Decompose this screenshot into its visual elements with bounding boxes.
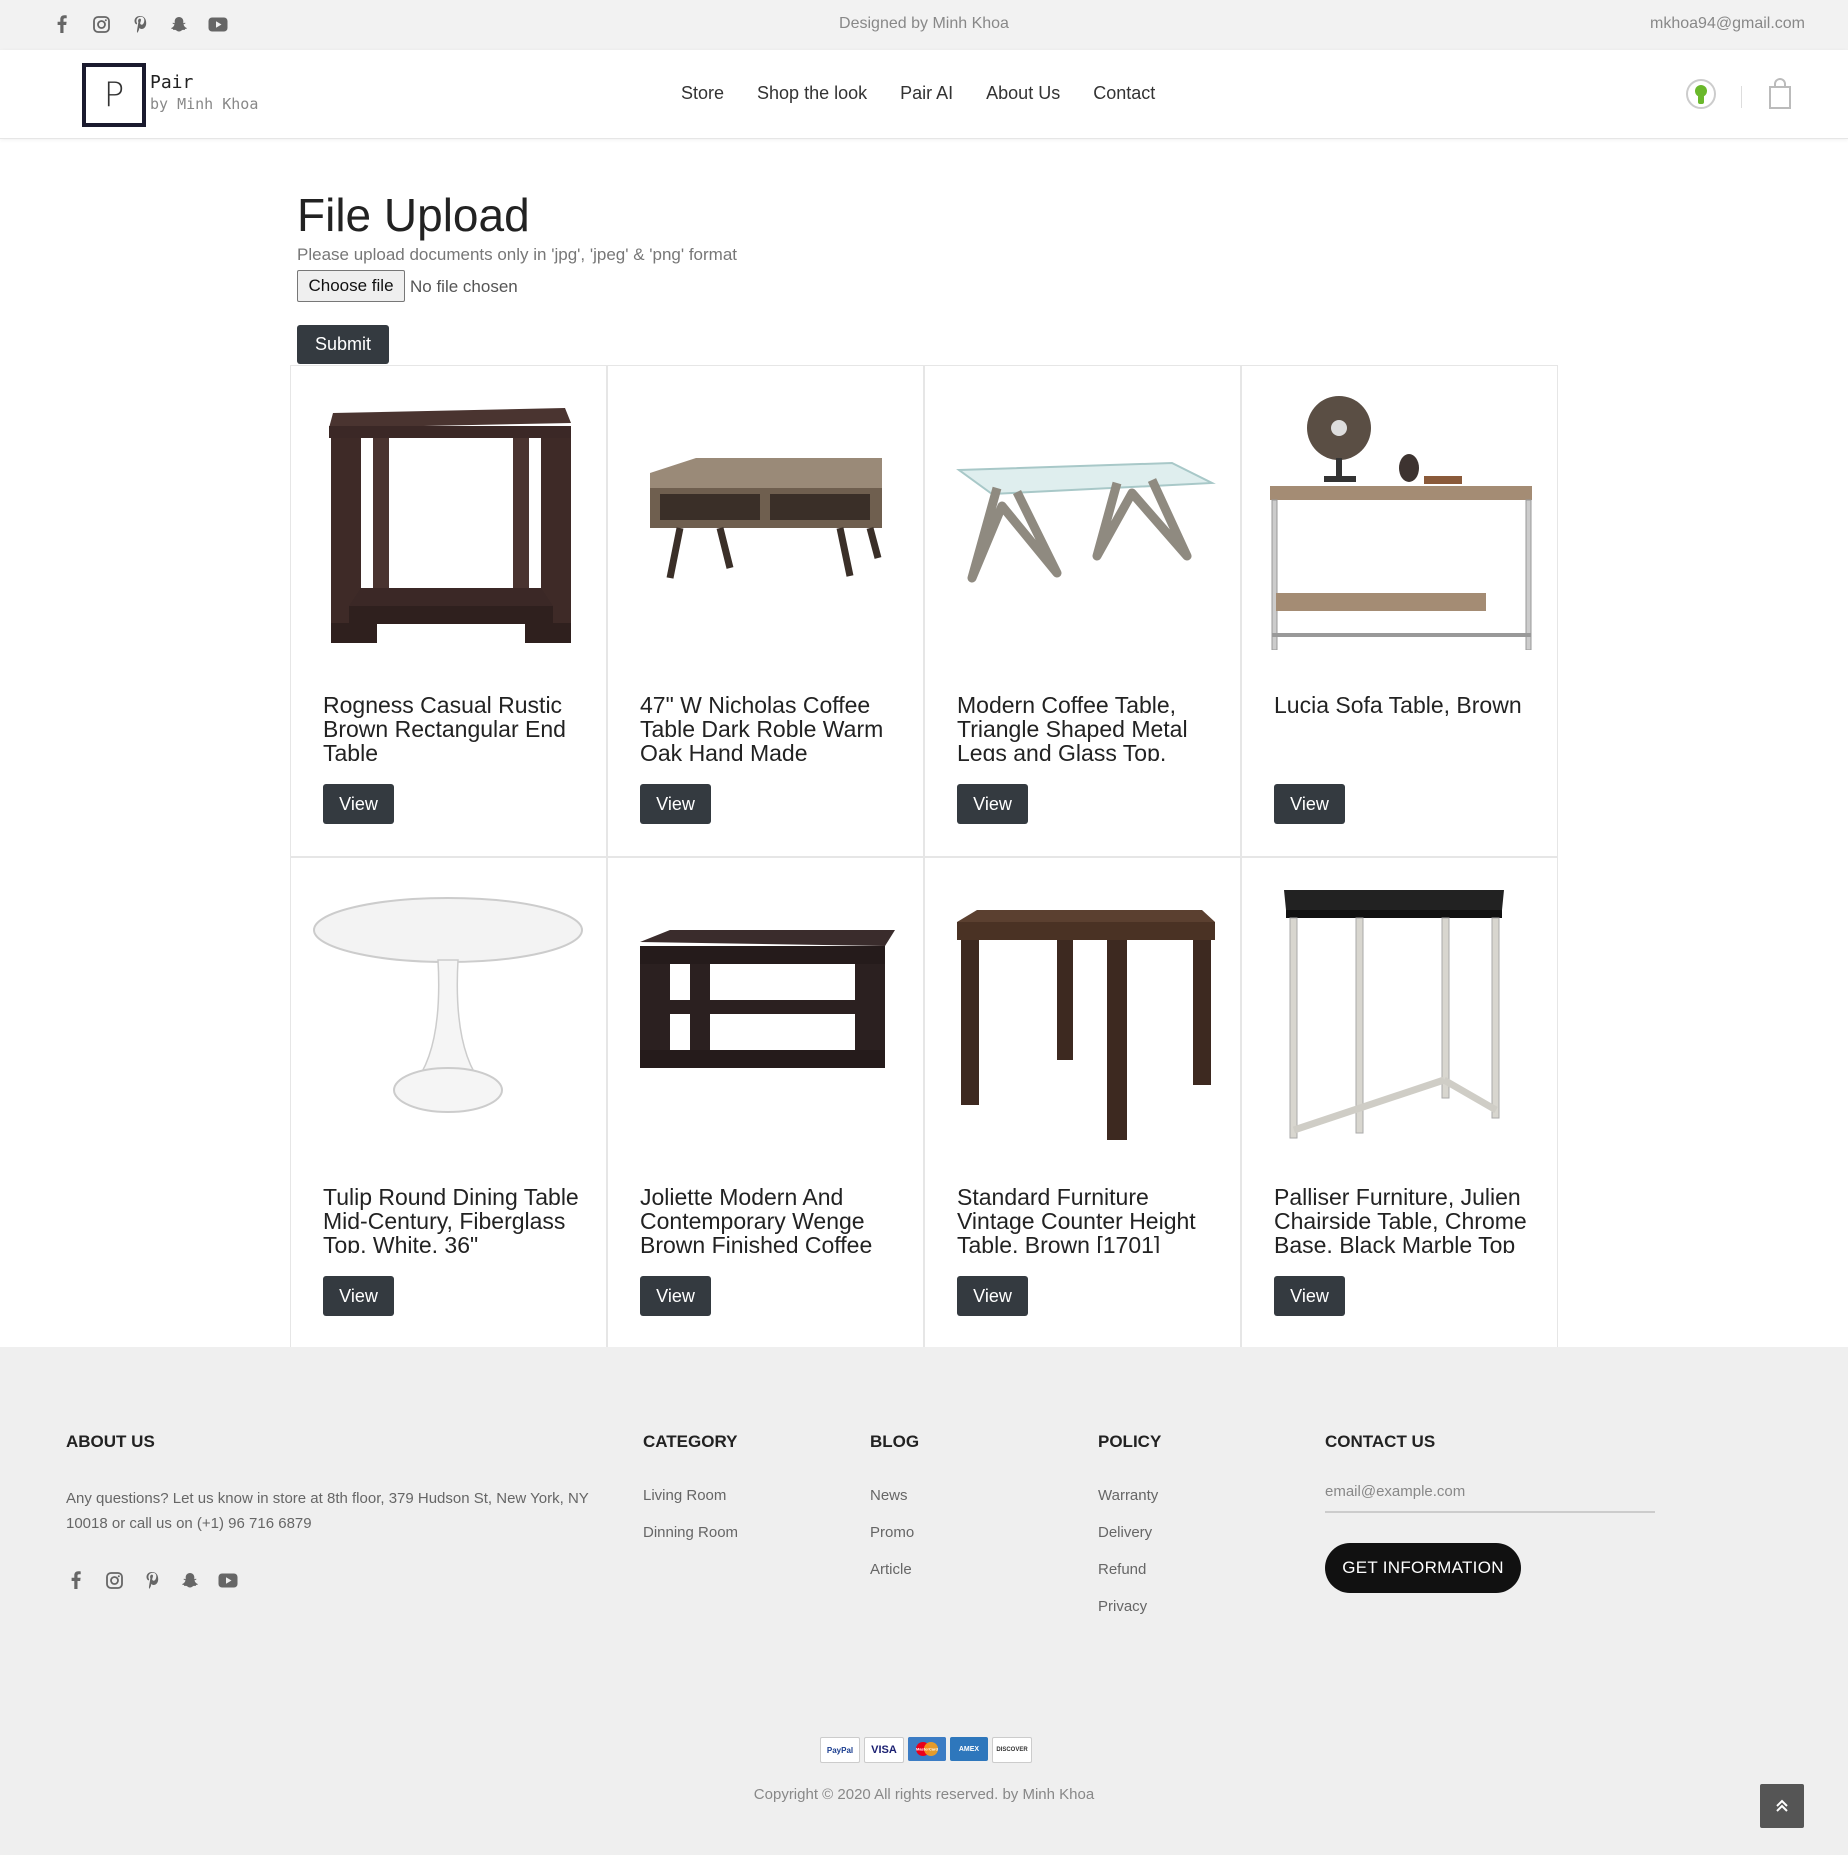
product-image-coffee-table[interactable]: [630, 388, 901, 650]
product-image-end-table[interactable]: [313, 388, 584, 650]
footer-contact-heading: CONTACT US: [1325, 1432, 1436, 1451]
view-button[interactable]: View: [640, 784, 711, 824]
view-button[interactable]: View: [1274, 1276, 1345, 1316]
product-image-sofa-table[interactable]: [1264, 388, 1535, 650]
get-information-button[interactable]: GET INFORMATION: [1325, 1543, 1521, 1593]
product-title[interactable]: Standard Furniture Vintage Counter Heigh…: [957, 1185, 1217, 1253]
payment-methods: PayPal VISA MasterCard AMEX DISCOVER: [820, 1737, 1032, 1763]
contact-email[interactable]: mkhoa94@gmail.com: [1650, 15, 1805, 33]
cart-icon[interactable]: [1768, 78, 1792, 110]
footer-about-text: Any questions? Let us know in store at 8…: [66, 1490, 589, 1532]
product-card: Tulip Round Dining Table Mid-Century, Fi…: [290, 857, 607, 1349]
footer-blog-list: News Promo Article: [870, 1487, 914, 1598]
footer-policy-heading: POLICY: [1098, 1432, 1162, 1451]
view-button[interactable]: View: [957, 784, 1028, 824]
logo[interactable]: P: [82, 63, 146, 127]
product-card: Rogness Casual Rustic Brown Rectangular …: [290, 365, 607, 857]
nav-pair-ai[interactable]: Pair AI: [900, 83, 953, 104]
brand-line2: by Minh Khoa: [150, 95, 259, 113]
main-header: P Pair by Minh Khoa Store Shop the look …: [0, 50, 1848, 139]
choose-file-button[interactable]: Choose file: [297, 270, 405, 302]
footer-category-list: Living Room Dinning Room: [643, 1487, 738, 1561]
mastercard-icon: MasterCard: [908, 1737, 946, 1761]
snapchat-icon[interactable]: [180, 1569, 200, 1591]
product-title[interactable]: Palliser Furniture, Julien Chairside Tab…: [1274, 1185, 1534, 1253]
footer-policy-list: Warranty Delivery Refund Privacy: [1098, 1487, 1158, 1635]
brand-name[interactable]: Pair by Minh Khoa: [150, 72, 258, 113]
nav-shop-the-look[interactable]: Shop the look: [757, 83, 867, 104]
main-nav: Store Shop the look Pair AI About Us Con…: [681, 83, 1155, 104]
logo-letter: P: [103, 75, 125, 115]
product-image-glass-table[interactable]: [947, 388, 1218, 650]
footer-blog-heading: BLOG: [870, 1432, 920, 1451]
footer-link-news[interactable]: News: [870, 1487, 914, 1524]
view-button[interactable]: View: [323, 784, 394, 824]
footer-link-dinning-room[interactable]: Dinning Room: [643, 1524, 738, 1561]
nav-store[interactable]: Store: [681, 83, 724, 104]
footer-link-article[interactable]: Article: [870, 1561, 914, 1598]
product-image-chairside-table[interactable]: [1264, 880, 1535, 1142]
view-button[interactable]: View: [1274, 784, 1345, 824]
paypal-icon: PayPal: [820, 1737, 860, 1763]
product-image-counter-table[interactable]: [947, 880, 1218, 1142]
product-card: Palliser Furniture, Julien Chairside Tab…: [1241, 857, 1558, 1349]
submit-button[interactable]: Submit: [297, 325, 389, 364]
product-title[interactable]: Joliette Modern And Contemporary Wenge B…: [640, 1185, 900, 1253]
amex-icon: AMEX: [950, 1737, 988, 1761]
product-card: Joliette Modern And Contemporary Wenge B…: [607, 857, 924, 1349]
product-grid: Rogness Casual Rustic Brown Rectangular …: [290, 365, 1558, 1349]
nav-contact[interactable]: Contact: [1093, 83, 1155, 104]
product-card: Lucia Sofa Table, Brown View: [1241, 365, 1558, 857]
user-icon[interactable]: [1686, 79, 1716, 109]
pinterest-icon[interactable]: [142, 1569, 162, 1591]
footer-link-living-room[interactable]: Living Room: [643, 1487, 738, 1524]
footer-social-links: [66, 1569, 238, 1591]
facebook-icon[interactable]: [66, 1569, 86, 1591]
double-chevron-up-icon[interactable]: [1760, 1784, 1804, 1828]
product-title[interactable]: Rogness Casual Rustic Brown Rectangular …: [323, 693, 583, 761]
email-field[interactable]: email@example.com: [1325, 1483, 1655, 1513]
footer-link-promo[interactable]: Promo: [870, 1524, 914, 1561]
top-bar: Designed by Minh Khoa mkhoa94@gmail.com: [0, 0, 1848, 50]
view-button[interactable]: View: [640, 1276, 711, 1316]
file-status: No file chosen: [410, 277, 518, 296]
footer-link-refund[interactable]: Refund: [1098, 1561, 1158, 1598]
nav-about-us[interactable]: About Us: [986, 83, 1060, 104]
view-button[interactable]: View: [957, 1276, 1028, 1316]
mastercard-label: MasterCard: [916, 1747, 939, 1752]
brand-line1: Pair: [150, 72, 194, 93]
footer-link-warranty[interactable]: Warranty: [1098, 1487, 1158, 1524]
instagram-icon[interactable]: [104, 1569, 124, 1591]
discover-icon: DISCOVER: [992, 1737, 1032, 1763]
footer: ABOUT US Any questions? Let us know in s…: [0, 1347, 1848, 1855]
product-image-tulip-table[interactable]: [313, 880, 584, 1142]
upload-instructions: Please upload documents only in 'jpg', '…: [297, 245, 738, 264]
product-title[interactable]: Modern Coffee Table, Triangle Shaped Met…: [957, 693, 1217, 761]
footer-about-heading: ABOUT US: [66, 1432, 155, 1451]
visa-icon: VISA: [864, 1737, 904, 1763]
designed-by-text: Designed by Minh Khoa: [839, 15, 1009, 32]
footer-link-privacy[interactable]: Privacy: [1098, 1598, 1158, 1635]
product-title[interactable]: Lucia Sofa Table, Brown: [1274, 693, 1534, 761]
page-title: File Upload: [297, 189, 530, 241]
product-image-wenge-table[interactable]: [630, 880, 901, 1142]
product-title[interactable]: Tulip Round Dining Table Mid-Century, Fi…: [323, 1185, 583, 1253]
product-title[interactable]: 47" W Nicholas Coffee Table Dark Roble W…: [640, 693, 900, 761]
youtube-icon[interactable]: [218, 1569, 238, 1591]
view-button[interactable]: View: [323, 1276, 394, 1316]
product-card: Modern Coffee Table, Triangle Shaped Met…: [924, 365, 1241, 857]
header-divider: [1741, 86, 1742, 108]
copyright: Copyright © 2020 All rights reserved. by…: [753, 1786, 1095, 1803]
footer-link-delivery[interactable]: Delivery: [1098, 1524, 1158, 1561]
product-card: 47" W Nicholas Coffee Table Dark Roble W…: [607, 365, 924, 857]
footer-category-heading: CATEGORY: [643, 1432, 738, 1451]
product-card: Standard Furniture Vintage Counter Heigh…: [924, 857, 1241, 1349]
